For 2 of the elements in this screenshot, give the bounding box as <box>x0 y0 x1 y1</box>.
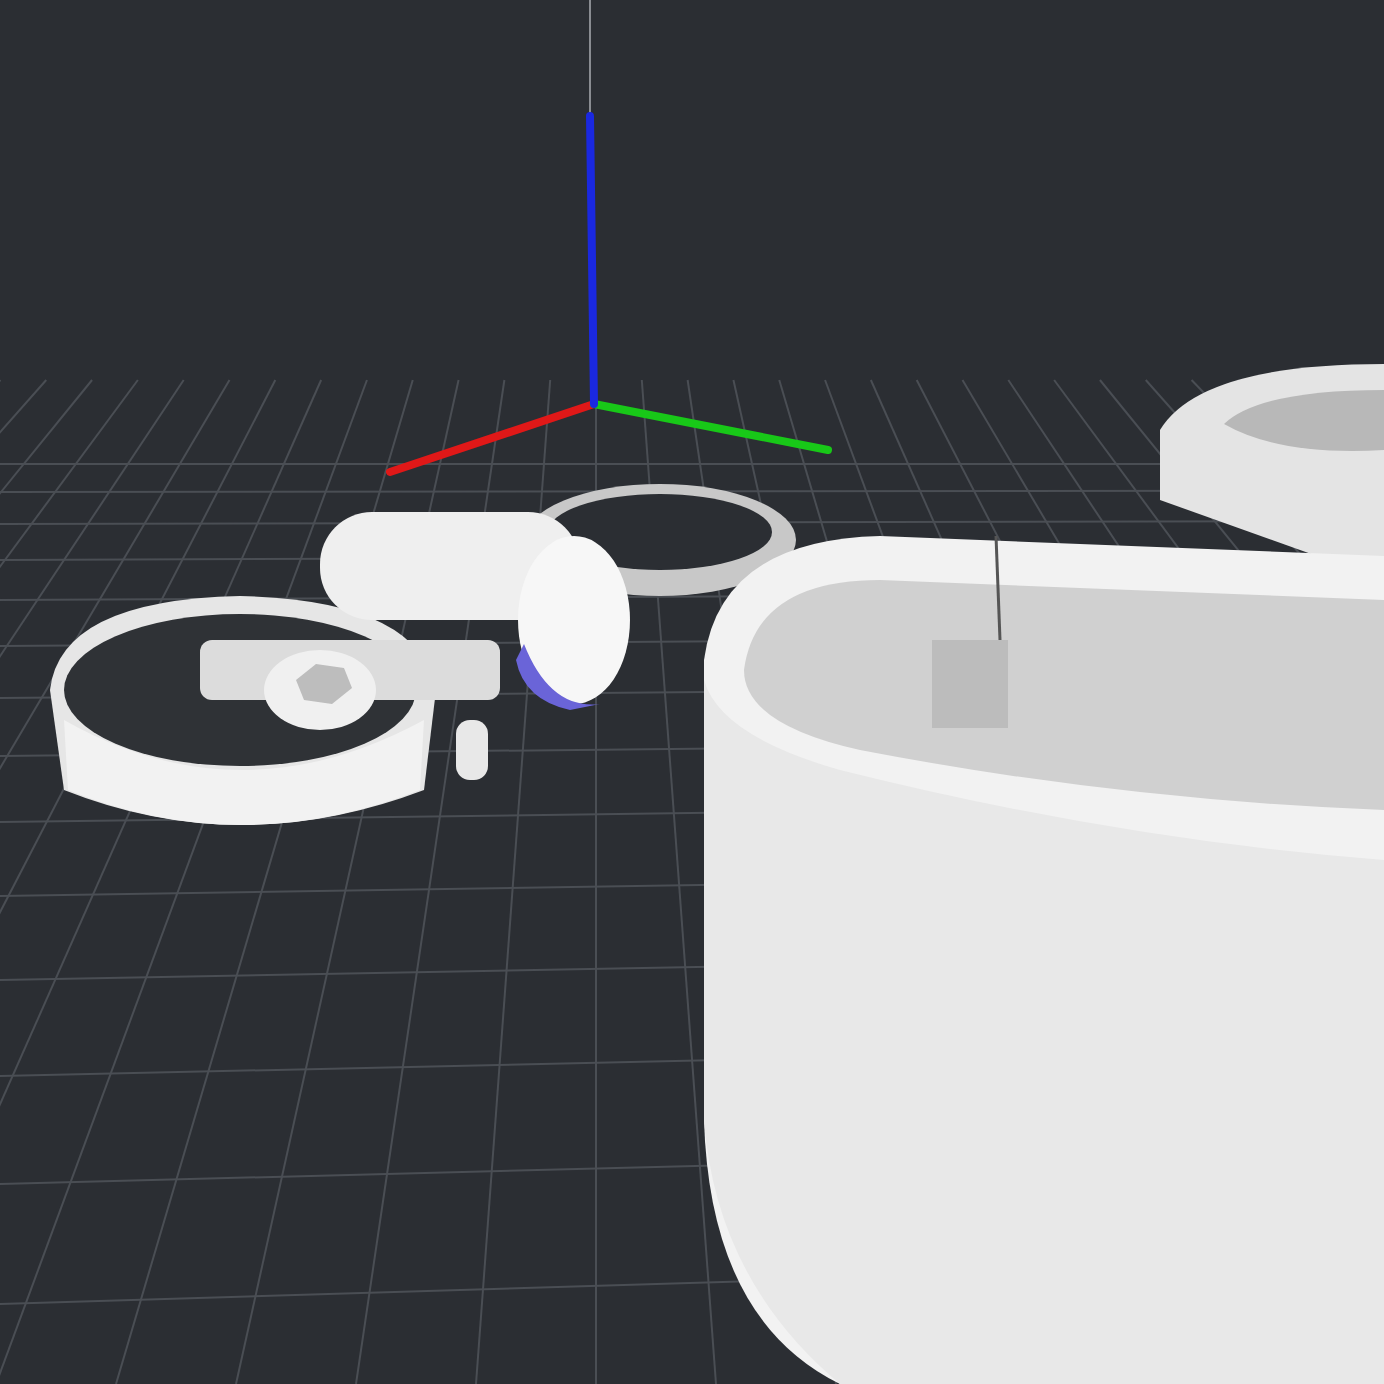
3d-viewport[interactable] <box>0 0 1384 1384</box>
axis-extension-line <box>589 0 591 117</box>
